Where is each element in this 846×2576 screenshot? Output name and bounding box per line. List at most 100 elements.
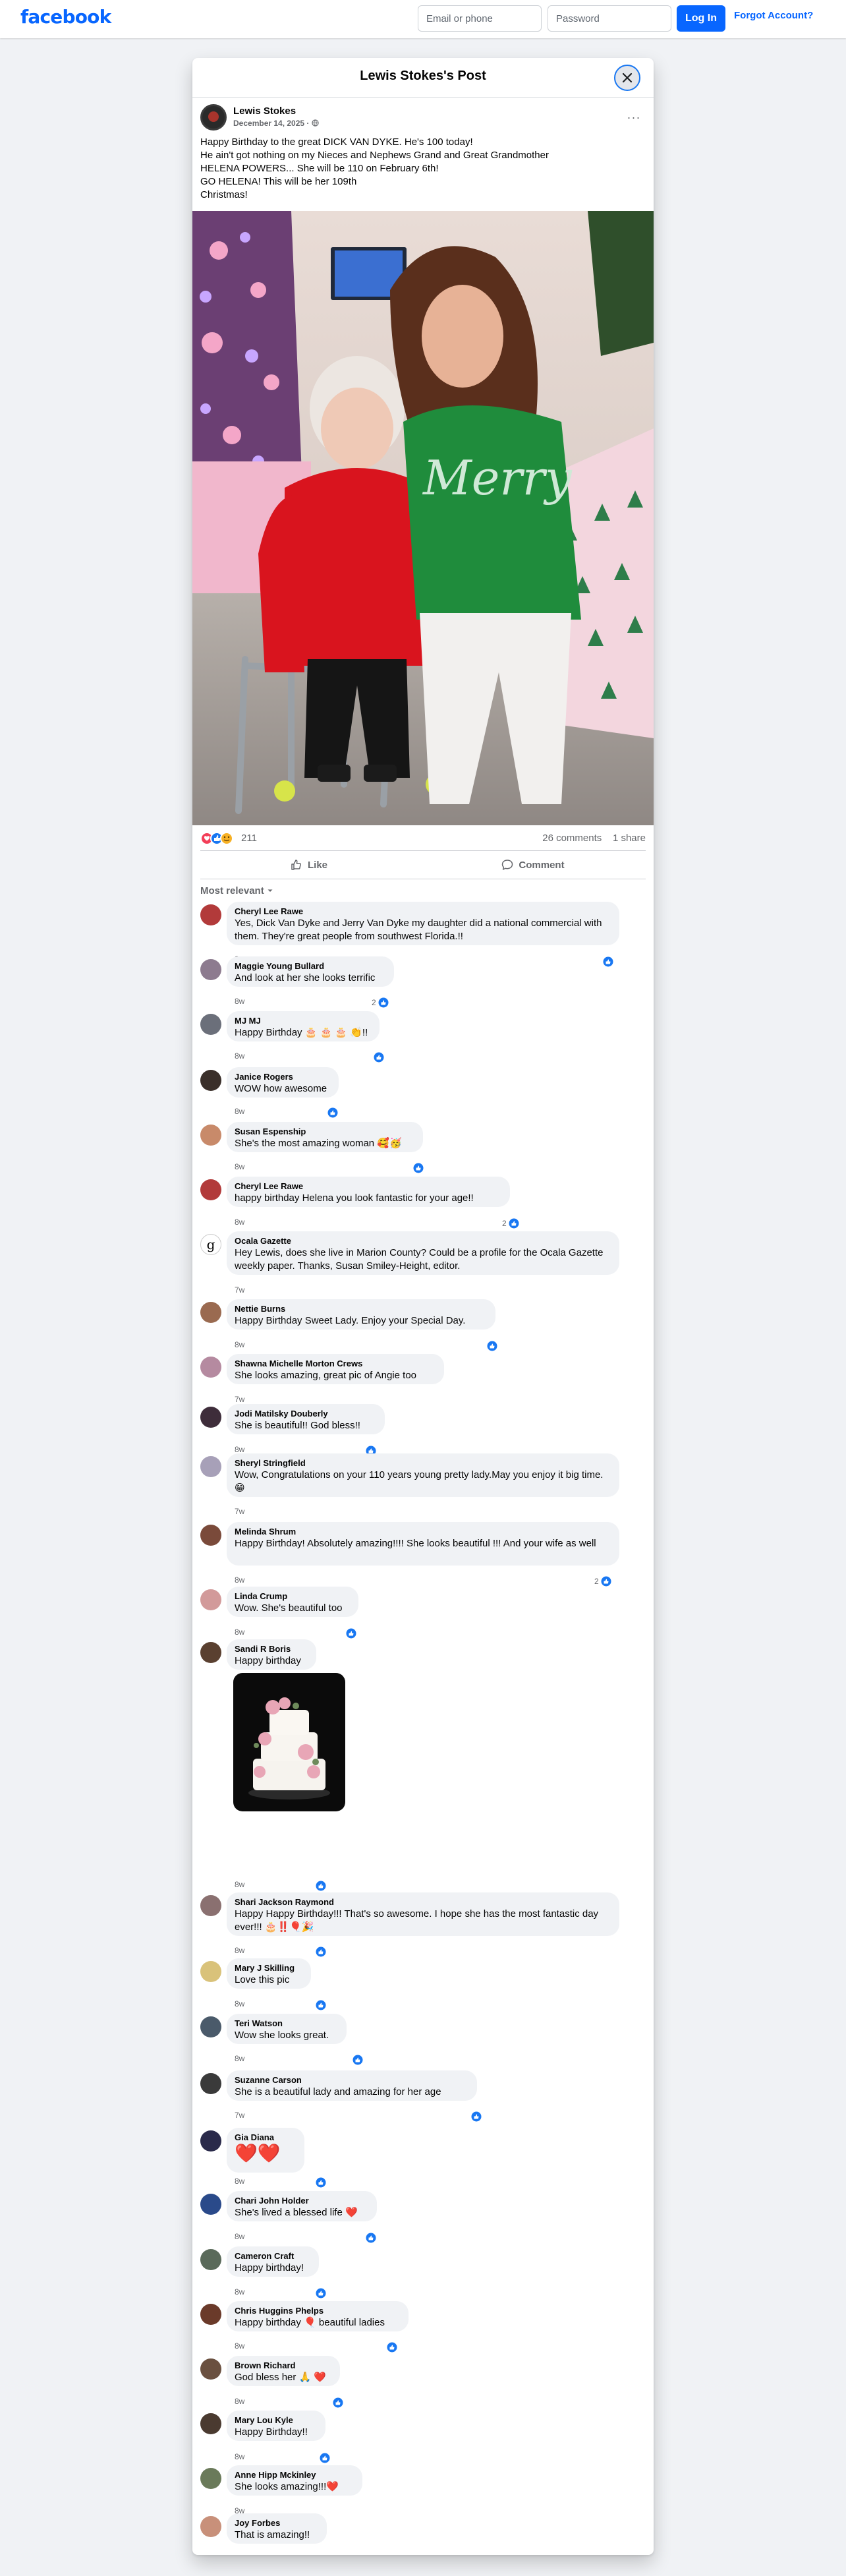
commenter-name[interactable]: Shawna Michelle Morton Crews (235, 1359, 436, 1369)
commenter-avatar[interactable] (200, 2358, 221, 2380)
commenter-name[interactable]: Linda Crump (235, 1591, 351, 1602)
comment-timestamp[interactable]: 8w (235, 1445, 244, 1454)
post-photo[interactable]: Merry (192, 211, 654, 825)
comment-reaction[interactable] (344, 1627, 356, 1639)
comment-timestamp[interactable]: 7w (235, 1285, 244, 1295)
commenter-name[interactable]: Anne Hipp Mckinley (235, 2470, 354, 2480)
comment-timestamp[interactable]: 8w (235, 2177, 244, 2186)
password-field[interactable] (548, 5, 671, 32)
comment-timestamp[interactable]: 8w (235, 2397, 244, 2406)
comment-button[interactable]: Comment (424, 854, 642, 876)
commenter-avatar[interactable] (200, 1961, 221, 1982)
commenter-name[interactable]: Cameron Craft (235, 2251, 311, 2262)
comment-reaction[interactable] (351, 2054, 363, 2066)
comment-sort-dropdown[interactable]: Most relevant (200, 883, 273, 898)
commenter-name[interactable]: Cheryl Lee Rawe (235, 1181, 502, 1192)
commenter-name[interactable]: Brown Richard (235, 2360, 332, 2371)
commenter-avatar[interactable] (200, 2194, 221, 2215)
comment-reaction[interactable] (411, 1162, 424, 1174)
commenter-name[interactable]: Sheryl Stringfield (235, 1458, 611, 1469)
reactions-summary[interactable]: 211 26 comments 1 share (200, 829, 646, 848)
commenter-name[interactable]: Suzanne Carson (235, 2075, 469, 2086)
comment-timestamp[interactable]: 8w (235, 1880, 244, 1889)
comment-timestamp[interactable]: 7w (235, 1395, 244, 1404)
commenter-avatar[interactable] (200, 1895, 221, 1916)
commenter-name[interactable]: Susan Espenship (235, 1127, 415, 1137)
commenter-name[interactable]: Chari John Holder (235, 2196, 369, 2206)
reaction-count[interactable]: 211 (241, 833, 257, 844)
commenter-name[interactable]: Mary Lou Kyle (235, 2415, 318, 2426)
commenter-name[interactable]: Teri Watson (235, 2018, 339, 2029)
comment-timestamp[interactable]: 8w (235, 2287, 244, 2297)
comment-timestamp[interactable]: 8w (235, 1999, 244, 2008)
commenter-name[interactable]: Mary J Skilling (235, 1963, 303, 1974)
commenter-avatar[interactable] (200, 1014, 221, 1035)
comment-timestamp[interactable]: 8w (235, 997, 244, 1006)
login-button[interactable]: Log In (677, 5, 725, 32)
commenter-avatar[interactable] (200, 2073, 221, 2094)
facebook-logo[interactable]: facebook (20, 6, 111, 28)
commenter-name[interactable]: Maggie Young Bullard (235, 961, 386, 972)
author-name[interactable]: Lewis Stokes (233, 105, 296, 117)
commenter-name[interactable]: Melinda Shrum (235, 1527, 611, 1537)
comment-timestamp[interactable]: 8w (235, 2232, 244, 2241)
comment-reaction[interactable] (314, 2287, 326, 2299)
email-field[interactable] (418, 5, 542, 32)
comment-timestamp[interactable]: 8w (235, 1946, 244, 1955)
commenter-avatar[interactable] (200, 1357, 221, 1378)
commenter-avatar[interactable] (200, 904, 221, 925)
commenter-avatar[interactable] (200, 1525, 221, 1546)
forgot-account-link[interactable]: Forgot Account? (734, 10, 813, 21)
comment-timestamp[interactable]: 8w (235, 1107, 244, 1116)
commenter-avatar[interactable] (200, 2130, 221, 2152)
comments-count[interactable]: 26 comments (542, 833, 602, 844)
comment-reaction[interactable] (314, 1880, 326, 1892)
commenter-name[interactable]: Chris Huggins Phelps (235, 2306, 401, 2316)
comment-reaction[interactable] (318, 2452, 330, 2464)
comment-reaction[interactable] (601, 956, 613, 968)
commenter-avatar[interactable] (200, 1407, 221, 1428)
commenter-name[interactable]: Janice Rogers (235, 1072, 331, 1082)
comment-timestamp[interactable]: 8w (235, 1575, 244, 1585)
comment-reaction[interactable] (385, 2341, 397, 2353)
commenter-name[interactable]: Cheryl Lee Rawe (235, 906, 611, 917)
comment-reaction[interactable] (485, 1340, 497, 1352)
comment-reaction[interactable] (314, 2177, 326, 2188)
comment-timestamp[interactable]: 8w (235, 2554, 244, 2555)
commenter-avatar[interactable] (200, 2516, 221, 2537)
commenter-name[interactable]: Ocala Gazette (235, 1236, 611, 1246)
commenter-avatar[interactable] (200, 2468, 221, 2489)
commenter-avatar[interactable] (200, 2016, 221, 2037)
comment-timestamp[interactable]: 8w (235, 2341, 244, 2351)
commenter-name[interactable]: Sandi R Boris (235, 1644, 308, 1654)
commenter-avatar[interactable] (200, 2413, 221, 2434)
commenter-avatar[interactable] (200, 2304, 221, 2325)
comment-timestamp[interactable]: 8w (235, 1051, 244, 1061)
comment-reaction[interactable] (364, 2232, 376, 2244)
commenter-avatar[interactable] (200, 1642, 221, 1663)
commenter-avatar[interactable]: g (200, 1234, 221, 1255)
comment-timestamp[interactable]: 8w (235, 1217, 244, 1227)
comment-reaction[interactable] (372, 1051, 384, 1063)
author-avatar[interactable] (200, 104, 227, 131)
commenter-name[interactable]: Gia Diana (235, 2132, 296, 2143)
commenter-avatar[interactable] (200, 1456, 221, 1477)
commenter-avatar[interactable] (200, 1179, 221, 1200)
comment-reaction[interactable] (331, 2397, 343, 2409)
comment-reaction[interactable]: 2 (594, 1575, 611, 1587)
comment-timestamp[interactable]: 7w (235, 1507, 244, 1516)
comment-reaction[interactable]: 2 (502, 1217, 519, 1229)
comment-reaction[interactable]: 2 (372, 997, 389, 1009)
comment-cake-image[interactable] (233, 1673, 345, 1811)
comment-timestamp[interactable]: 8w (235, 2452, 244, 2461)
comment-timestamp[interactable]: 8w (235, 1162, 244, 1171)
comment-reaction[interactable] (318, 2554, 330, 2555)
commenter-avatar[interactable] (200, 959, 221, 980)
commenter-avatar[interactable] (200, 1070, 221, 1091)
comment-reaction[interactable] (314, 1946, 326, 1958)
close-button[interactable] (614, 65, 640, 91)
comment-reaction[interactable] (469, 2111, 482, 2122)
commenter-name[interactable]: Jodi Matilsky Douberly (235, 1409, 377, 1419)
commenter-name[interactable]: Nettie Burns (235, 1304, 488, 1314)
like-button[interactable]: Like (200, 854, 418, 876)
